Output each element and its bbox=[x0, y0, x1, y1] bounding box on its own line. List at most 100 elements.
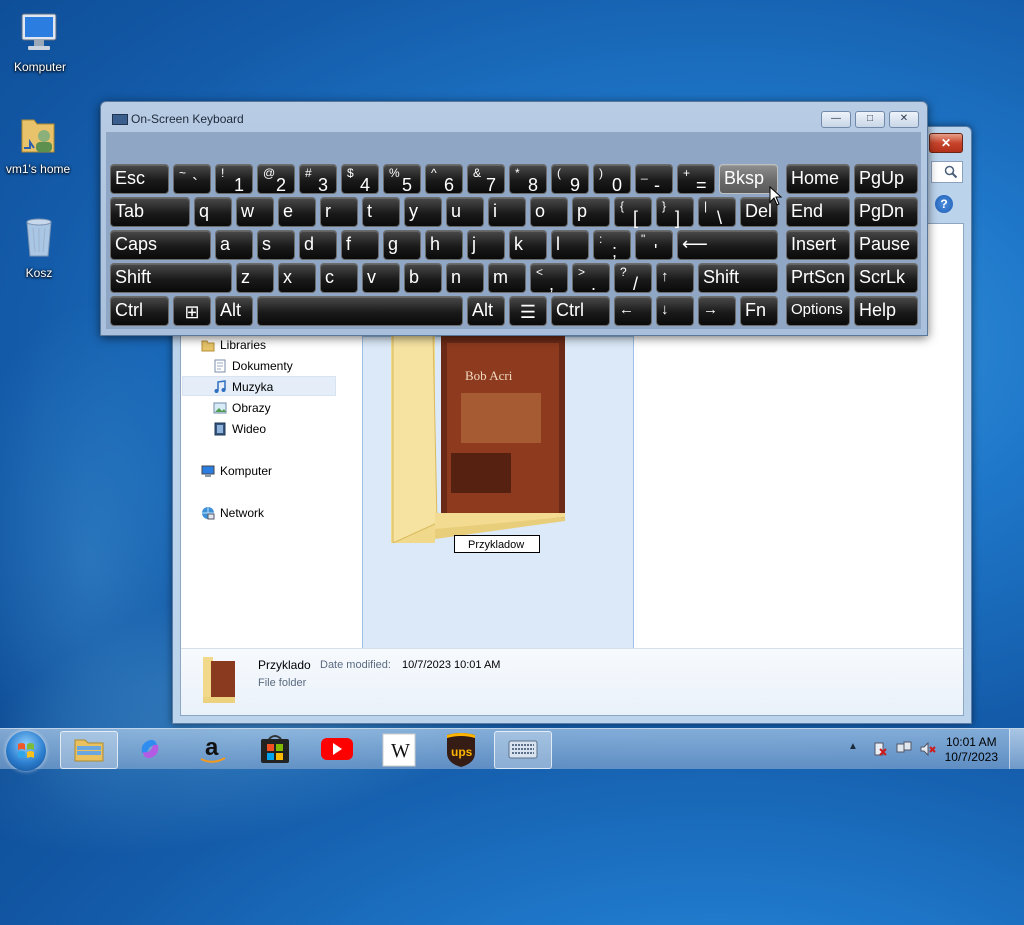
help-button[interactable]: ? bbox=[935, 195, 953, 213]
key-arrow-right[interactable]: → bbox=[698, 296, 736, 326]
osk-restore-button[interactable]: □ bbox=[855, 111, 885, 128]
key-n[interactable]: n bbox=[446, 263, 484, 293]
search-box[interactable] bbox=[931, 161, 963, 183]
key-v[interactable]: v bbox=[362, 263, 400, 293]
key-pgdn[interactable]: PgDn bbox=[854, 197, 918, 227]
taskbar-osk-button[interactable] bbox=[494, 731, 552, 769]
action-center-icon[interactable] bbox=[872, 741, 888, 757]
key-tab[interactable]: Tab bbox=[110, 197, 190, 227]
key-d[interactable]: d bbox=[299, 230, 337, 260]
key-alt-right[interactable]: Alt bbox=[467, 296, 505, 326]
nav-item-network[interactable]: Network bbox=[201, 503, 264, 523]
key-arrow-up[interactable]: ↑ bbox=[656, 263, 694, 293]
nav-item-komputer[interactable]: Komputer bbox=[201, 461, 272, 481]
key-ctrl-left[interactable]: Ctrl bbox=[110, 296, 169, 326]
show-hidden-icons-icon[interactable]: ▲ bbox=[848, 741, 858, 752]
key-period[interactable]: >. bbox=[572, 263, 610, 293]
key-options[interactable]: Options bbox=[786, 296, 850, 326]
key-p[interactable]: p bbox=[572, 197, 610, 227]
taskbar-youtube-button[interactable] bbox=[309, 731, 365, 767]
key-o[interactable]: o bbox=[530, 197, 568, 227]
key-4[interactable]: $4 bbox=[341, 164, 379, 194]
key-g[interactable]: g bbox=[383, 230, 421, 260]
key-y[interactable]: y bbox=[404, 197, 442, 227]
key-tilde[interactable]: ~ ` bbox=[173, 164, 211, 194]
show-desktop-button[interactable] bbox=[1009, 729, 1024, 769]
key-scrlk[interactable]: ScrLk bbox=[854, 263, 918, 293]
desktop-icon-home[interactable]: vm1's home bbox=[0, 110, 78, 176]
key-shift-right[interactable]: Shift bbox=[698, 263, 778, 293]
key-arrow-down[interactable]: ↓ bbox=[656, 296, 694, 326]
key-minus[interactable]: _ - bbox=[635, 164, 673, 194]
key-a[interactable]: a bbox=[215, 230, 253, 260]
key-esc[interactable]: Esc bbox=[110, 164, 169, 194]
nav-item-muzyka[interactable]: Muzyka bbox=[182, 376, 336, 396]
key-f[interactable]: f bbox=[341, 230, 379, 260]
key-ctrl-right[interactable]: Ctrl bbox=[551, 296, 610, 326]
key-t[interactable]: t bbox=[362, 197, 400, 227]
osk-close-button[interactable]: ✕ bbox=[889, 111, 919, 128]
rename-input[interactable]: Przykladow bbox=[454, 535, 540, 553]
key-windows[interactable]: ⊞ bbox=[173, 296, 211, 326]
taskbar-copilot-button[interactable] bbox=[122, 731, 178, 767]
key-caps[interactable]: Caps bbox=[110, 230, 211, 260]
volume-muted-icon[interactable] bbox=[920, 741, 936, 757]
key-b[interactable]: b bbox=[404, 263, 442, 293]
taskbar-store-button[interactable] bbox=[247, 731, 303, 767]
desktop-icon-computer[interactable]: Komputer bbox=[0, 8, 80, 74]
key-slash[interactable]: ? / bbox=[614, 263, 652, 293]
taskbar-ups-button[interactable]: ups bbox=[433, 731, 489, 767]
key-r[interactable]: r bbox=[320, 197, 358, 227]
key-comma[interactable]: <, bbox=[530, 263, 568, 293]
key-z[interactable]: z bbox=[236, 263, 274, 293]
desktop-icon-recycle-bin[interactable]: Kosz bbox=[0, 214, 79, 280]
key-c[interactable]: c bbox=[320, 263, 358, 293]
taskbar-explorer-button[interactable] bbox=[60, 731, 118, 769]
key-menu[interactable]: ☰ bbox=[509, 296, 547, 326]
key-w[interactable]: w bbox=[236, 197, 274, 227]
nav-item-libraries[interactable]: Libraries bbox=[201, 335, 266, 355]
key-semicolon[interactable]: :; bbox=[593, 230, 631, 260]
network-status-icon[interactable] bbox=[896, 741, 912, 757]
key-i[interactable]: i bbox=[488, 197, 526, 227]
folder-item-selected[interactable]: Bob Acri Przykladow bbox=[362, 333, 634, 656]
nav-item-dokumenty[interactable]: Dokumenty bbox=[213, 356, 293, 376]
key-1[interactable]: ! 1 bbox=[215, 164, 253, 194]
nav-item-wideo[interactable]: Wideo bbox=[213, 419, 266, 439]
clock[interactable]: 10:01 AM 10/7/2023 bbox=[945, 735, 998, 765]
key-home[interactable]: Home bbox=[786, 164, 850, 194]
key-q[interactable]: q bbox=[194, 197, 232, 227]
key-help[interactable]: Help bbox=[854, 296, 918, 326]
key-2[interactable]: @2 bbox=[257, 164, 295, 194]
key-5[interactable]: % 5 bbox=[383, 164, 421, 194]
key-backslash[interactable]: | \ bbox=[698, 197, 736, 227]
key-k[interactable]: k bbox=[509, 230, 547, 260]
key-pause[interactable]: Pause bbox=[854, 230, 918, 260]
start-button[interactable] bbox=[6, 731, 46, 771]
key-h[interactable]: h bbox=[425, 230, 463, 260]
key-fn[interactable]: Fn bbox=[740, 296, 778, 326]
taskbar-wikipedia-button[interactable]: W bbox=[371, 731, 427, 767]
key-equals[interactable]: + = bbox=[677, 164, 715, 194]
key-9[interactable]: (9 bbox=[551, 164, 589, 194]
key-pgup[interactable]: PgUp bbox=[854, 164, 918, 194]
key-end[interactable]: End bbox=[786, 197, 850, 227]
key-s[interactable]: s bbox=[257, 230, 295, 260]
explorer-close-button[interactable]: ✕ bbox=[929, 133, 963, 153]
key-enter[interactable]: ⟵ bbox=[677, 230, 778, 260]
key-u[interactable]: u bbox=[446, 197, 484, 227]
taskbar-amazon-button[interactable]: a bbox=[185, 731, 241, 767]
key-j[interactable]: j bbox=[467, 230, 505, 260]
key-6[interactable]: ^ 6 bbox=[425, 164, 463, 194]
key-space[interactable] bbox=[257, 296, 463, 326]
key-quote[interactable]: " ' bbox=[635, 230, 673, 260]
key-insert[interactable]: Insert bbox=[786, 230, 850, 260]
key-l[interactable]: l bbox=[551, 230, 589, 260]
key-0[interactable]: ) 0 bbox=[593, 164, 631, 194]
key-x[interactable]: x bbox=[278, 263, 316, 293]
key-alt-left[interactable]: Alt bbox=[215, 296, 253, 326]
nav-item-obrazy[interactable]: Obrazy bbox=[213, 398, 271, 418]
key-3[interactable]: #3 bbox=[299, 164, 337, 194]
osk-minimize-button[interactable]: — bbox=[821, 111, 851, 128]
key-e[interactable]: e bbox=[278, 197, 316, 227]
